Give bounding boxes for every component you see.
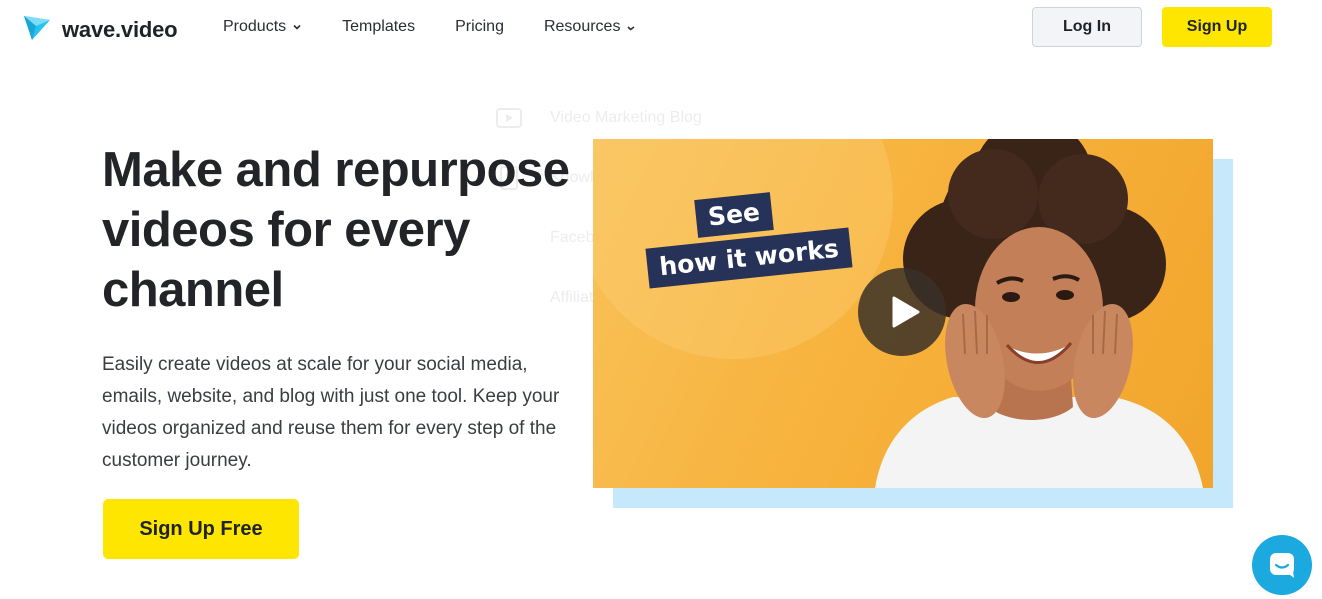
site-header: wave.video Products Templates Pricing Re…: [0, 0, 1322, 56]
logo-text: wave.video: [62, 16, 178, 42]
nav-resources[interactable]: Resources: [544, 17, 636, 37]
video-preview[interactable]: See how it works: [593, 139, 1213, 488]
nav-products[interactable]: Products: [223, 17, 302, 37]
login-button[interactable]: Log In: [1032, 7, 1142, 47]
hero-title: Make and repurpose videos for every chan…: [102, 143, 570, 317]
nav-pricing-label: Pricing: [455, 18, 504, 35]
nav-templates-label: Templates: [342, 18, 416, 35]
chevron-down-icon: [626, 22, 636, 32]
chat-bubble-icon: [1270, 553, 1294, 578]
nav-templates[interactable]: Templates: [342, 17, 415, 37]
nav-pricing[interactable]: Pricing: [455, 17, 504, 37]
chat-widget-button[interactable]: [1252, 535, 1312, 595]
signup-button[interactable]: Sign Up: [1162, 7, 1272, 47]
chevron-down-icon: [292, 22, 302, 32]
hero-description: Easily create videos at scale for your s…: [102, 354, 560, 471]
page: wave.video Products Templates Pricing Re…: [0, 0, 1322, 599]
main-nav: Products Templates Pricing Resources: [223, 17, 676, 37]
dropdown-item-label: Video Marketing Blog: [550, 109, 702, 126]
logo-link[interactable]: wave.video: [22, 12, 178, 47]
signup-free-button[interactable]: Sign Up Free: [103, 499, 299, 559]
nav-products-label: Products: [223, 18, 287, 35]
video-tag-see: See: [694, 192, 774, 238]
wave-video-logo-icon: [22, 12, 52, 47]
play-square-icon: [494, 104, 524, 132]
play-icon: [892, 296, 920, 328]
play-button[interactable]: [858, 268, 946, 356]
nav-resources-label: Resources: [543, 18, 621, 35]
